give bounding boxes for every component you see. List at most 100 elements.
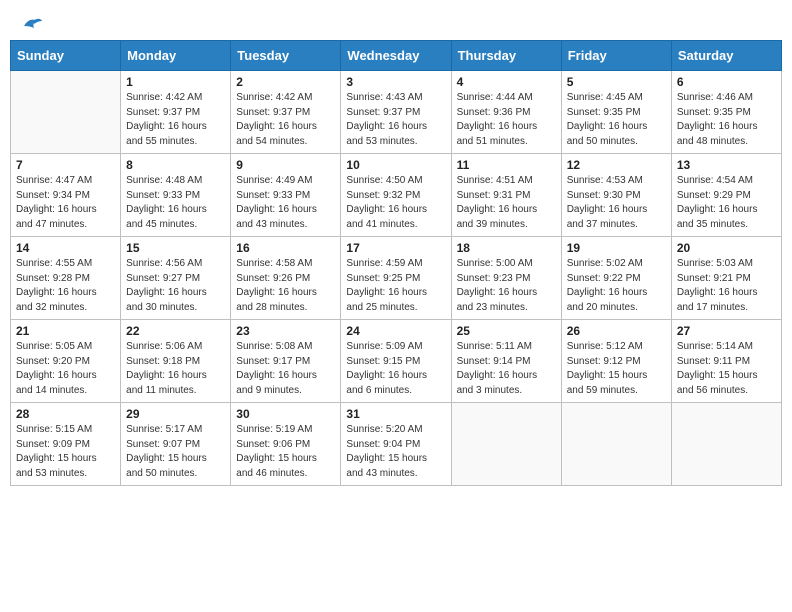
day-number: 31	[346, 407, 445, 421]
calendar-week-2: 7 Sunrise: 4:47 AM Sunset: 9:34 PM Daylig…	[11, 154, 782, 237]
day-info: Sunrise: 5:06 AM Sunset: 9:18 PM Dayligh…	[126, 340, 225, 398]
calendar-cell: 19 Sunrise: 5:02 AM Sunset: 9:22 PM Dayli…	[561, 237, 671, 320]
day-info: Sunrise: 5:15 AM Sunset: 9:09 PM Dayligh…	[16, 423, 115, 481]
day-info: Sunrise: 5:02 AM Sunset: 9:22 PM Dayligh…	[567, 257, 666, 315]
day-number: 13	[677, 158, 776, 172]
day-info: Sunrise: 5:03 AM Sunset: 9:21 PM Dayligh…	[677, 257, 776, 315]
day-info: Sunrise: 4:55 AM Sunset: 9:28 PM Dayligh…	[16, 257, 115, 315]
day-number: 3	[346, 75, 445, 89]
day-header-wednesday: Wednesday	[341, 41, 451, 71]
day-header-tuesday: Tuesday	[231, 41, 341, 71]
calendar-table: SundayMondayTuesdayWednesdayThursdayFrid…	[10, 40, 782, 486]
day-number: 26	[567, 324, 666, 338]
day-number: 25	[457, 324, 556, 338]
day-number: 8	[126, 158, 225, 172]
day-info: Sunrise: 5:14 AM Sunset: 9:11 PM Dayligh…	[677, 340, 776, 398]
calendar-cell: 26 Sunrise: 5:12 AM Sunset: 9:12 PM Dayli…	[561, 320, 671, 403]
day-number: 24	[346, 324, 445, 338]
logo	[20, 18, 44, 30]
calendar-cell: 15 Sunrise: 4:56 AM Sunset: 9:27 PM Dayli…	[121, 237, 231, 320]
day-info: Sunrise: 5:12 AM Sunset: 9:12 PM Dayligh…	[567, 340, 666, 398]
calendar-cell: 28 Sunrise: 5:15 AM Sunset: 9:09 PM Dayli…	[11, 403, 121, 486]
calendar-cell: 16Sunrise: 4:58 AM Sunset: 9:26 PM Dayli…	[231, 237, 341, 320]
day-number: 20	[677, 241, 776, 255]
day-info: Sunrise: 5:00 AM Sunset: 9:23 PM Dayligh…	[457, 257, 556, 315]
calendar-cell	[561, 403, 671, 486]
day-info: Sunrise: 4:51 AM Sunset: 9:31 PM Dayligh…	[457, 174, 556, 232]
day-header-thursday: Thursday	[451, 41, 561, 71]
day-info: Sunrise: 4:48 AM Sunset: 9:33 PM Dayligh…	[126, 174, 225, 232]
calendar-cell: 22 Sunrise: 5:06 AM Sunset: 9:18 PM Dayli…	[121, 320, 231, 403]
calendar-cell: 4 Sunrise: 4:44 AM Sunset: 9:36 PM Daylig…	[451, 71, 561, 154]
day-number: 15	[126, 241, 225, 255]
calendar-cell: 1 Sunrise: 4:42 AM Sunset: 9:37 PM Daylig…	[121, 71, 231, 154]
calendar-cell: 17 Sunrise: 4:59 AM Sunset: 9:25 PM Dayli…	[341, 237, 451, 320]
calendar-week-1: 1 Sunrise: 4:42 AM Sunset: 9:37 PM Daylig…	[11, 71, 782, 154]
day-info: Sunrise: 4:45 AM Sunset: 9:35 PM Dayligh…	[567, 91, 666, 149]
day-number: 9	[236, 158, 335, 172]
day-number: 14	[16, 241, 115, 255]
calendar-cell	[451, 403, 561, 486]
calendar-cell: 31 Sunrise: 5:20 AM Sunset: 9:04 PM Dayli…	[341, 403, 451, 486]
day-info: Sunrise: 4:54 AM Sunset: 9:29 PM Dayligh…	[677, 174, 776, 232]
calendar-cell: 7 Sunrise: 4:47 AM Sunset: 9:34 PM Daylig…	[11, 154, 121, 237]
day-info: Sunrise: 5:05 AM Sunset: 9:20 PM Dayligh…	[16, 340, 115, 398]
day-number: 17	[346, 241, 445, 255]
day-info: Sunrise: 4:46 AM Sunset: 9:35 PM Dayligh…	[677, 91, 776, 149]
calendar-cell: 20 Sunrise: 5:03 AM Sunset: 9:21 PM Dayli…	[671, 237, 781, 320]
day-number: 11	[457, 158, 556, 172]
day-number: 1	[126, 75, 225, 89]
calendar-cell: 29 Sunrise: 5:17 AM Sunset: 9:07 PM Dayli…	[121, 403, 231, 486]
calendar-cell: 12Sunrise: 4:53 AM Sunset: 9:30 PM Dayli…	[561, 154, 671, 237]
calendar-cell: 11 Sunrise: 4:51 AM Sunset: 9:31 PM Dayli…	[451, 154, 561, 237]
calendar-cell	[671, 403, 781, 486]
day-number: 23	[236, 324, 335, 338]
day-number: 2	[236, 75, 335, 89]
day-number: 18	[457, 241, 556, 255]
calendar-cell: 23Sunrise: 5:08 AM Sunset: 9:17 PM Dayli…	[231, 320, 341, 403]
day-info: Sunrise: 5:17 AM Sunset: 9:07 PM Dayligh…	[126, 423, 225, 481]
day-header-monday: Monday	[121, 41, 231, 71]
day-info: Sunrise: 4:56 AM Sunset: 9:27 PM Dayligh…	[126, 257, 225, 315]
calendar-cell: 9 Sunrise: 4:49 AM Sunset: 9:33 PM Daylig…	[231, 154, 341, 237]
day-info: Sunrise: 4:44 AM Sunset: 9:36 PM Dayligh…	[457, 91, 556, 149]
day-number: 10	[346, 158, 445, 172]
day-info: Sunrise: 5:11 AM Sunset: 9:14 PM Dayligh…	[457, 340, 556, 398]
calendar-cell: 5 Sunrise: 4:45 AM Sunset: 9:35 PM Daylig…	[561, 71, 671, 154]
day-number: 19	[567, 241, 666, 255]
day-header-saturday: Saturday	[671, 41, 781, 71]
day-number: 7	[16, 158, 115, 172]
calendar-week-4: 21Sunrise: 5:05 AM Sunset: 9:20 PM Dayli…	[11, 320, 782, 403]
calendar-cell: 21Sunrise: 5:05 AM Sunset: 9:20 PM Dayli…	[11, 320, 121, 403]
calendar-cell: 10 Sunrise: 4:50 AM Sunset: 9:32 PM Dayli…	[341, 154, 451, 237]
day-header-friday: Friday	[561, 41, 671, 71]
logo-bird-icon	[22, 16, 44, 34]
day-info: Sunrise: 5:20 AM Sunset: 9:04 PM Dayligh…	[346, 423, 445, 481]
calendar-cell: 24 Sunrise: 5:09 AM Sunset: 9:15 PM Dayli…	[341, 320, 451, 403]
day-info: Sunrise: 4:50 AM Sunset: 9:32 PM Dayligh…	[346, 174, 445, 232]
day-info: Sunrise: 4:53 AM Sunset: 9:30 PM Dayligh…	[567, 174, 666, 232]
day-info: Sunrise: 4:42 AM Sunset: 9:37 PM Dayligh…	[126, 91, 225, 149]
day-number: 4	[457, 75, 556, 89]
calendar-cell: 8 Sunrise: 4:48 AM Sunset: 9:33 PM Daylig…	[121, 154, 231, 237]
calendar-cell: 18 Sunrise: 5:00 AM Sunset: 9:23 PM Dayli…	[451, 237, 561, 320]
day-info: Sunrise: 4:42 AM Sunset: 9:37 PM Dayligh…	[236, 91, 335, 149]
calendar-cell: 2 Sunrise: 4:42 AM Sunset: 9:37 PM Daylig…	[231, 71, 341, 154]
day-number: 5	[567, 75, 666, 89]
day-number: 29	[126, 407, 225, 421]
day-info: Sunrise: 4:59 AM Sunset: 9:25 PM Dayligh…	[346, 257, 445, 315]
calendar-week-3: 14 Sunrise: 4:55 AM Sunset: 9:28 PM Dayli…	[11, 237, 782, 320]
calendar-cell: 13 Sunrise: 4:54 AM Sunset: 9:29 PM Dayli…	[671, 154, 781, 237]
calendar-cell	[11, 71, 121, 154]
day-info: Sunrise: 5:09 AM Sunset: 9:15 PM Dayligh…	[346, 340, 445, 398]
calendar-week-5: 28 Sunrise: 5:15 AM Sunset: 9:09 PM Dayli…	[11, 403, 782, 486]
calendar-cell: 6 Sunrise: 4:46 AM Sunset: 9:35 PM Daylig…	[671, 71, 781, 154]
day-number: 6	[677, 75, 776, 89]
day-number: 16	[236, 241, 335, 255]
day-number: 28	[16, 407, 115, 421]
day-number: 30	[236, 407, 335, 421]
day-info: Sunrise: 4:49 AM Sunset: 9:33 PM Dayligh…	[236, 174, 335, 232]
calendar-cell: 27Sunrise: 5:14 AM Sunset: 9:11 PM Dayli…	[671, 320, 781, 403]
day-number: 22	[126, 324, 225, 338]
day-info: Sunrise: 4:47 AM Sunset: 9:34 PM Dayligh…	[16, 174, 115, 232]
